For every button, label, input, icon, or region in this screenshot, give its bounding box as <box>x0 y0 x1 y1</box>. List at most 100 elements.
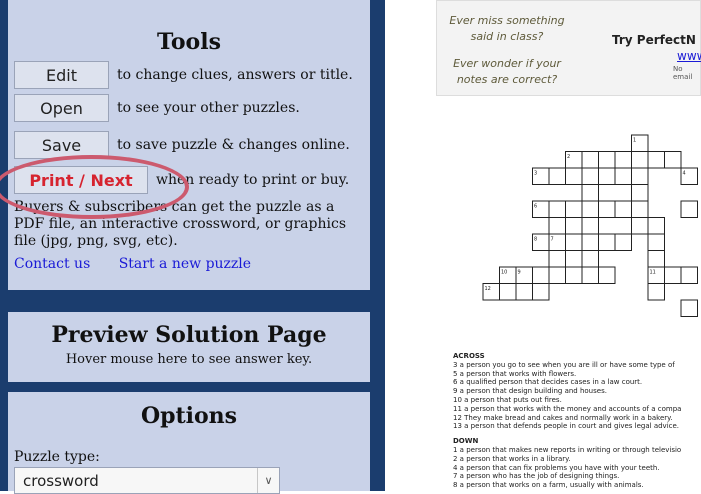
down-title: DOWN <box>453 437 479 446</box>
options-title: Options <box>140 403 238 429</box>
down-clue: 2 a person that works in a library. <box>453 454 571 463</box>
cell-number: 9 <box>518 270 521 276</box>
ad-line-2: said in class? <box>470 30 544 43</box>
grid-cell <box>548 217 566 235</box>
grid-cell <box>631 184 649 202</box>
grid-cell <box>664 266 682 284</box>
tools-links: Contact us Start a new puzzle <box>14 256 275 272</box>
options-panel: Options Puzzle type: crossword ∨ <box>8 392 370 494</box>
save-row: Save to save puzzle & changes online. <box>14 131 350 159</box>
grid-cell <box>614 151 632 169</box>
grid-cell <box>581 167 599 185</box>
grid-cell <box>647 283 665 301</box>
chevron-down-icon: ∨ <box>257 468 279 493</box>
grid-cell <box>548 250 566 268</box>
cell-number: 11 <box>650 270 656 276</box>
cell-number: 6 <box>534 204 537 210</box>
left-panel: Tools Edit to change clues, answers or t… <box>0 0 385 494</box>
across-clue: 5 a person that works with flowers. <box>453 369 577 378</box>
across-clue: 6 a qualified person that decides cases … <box>453 378 643 387</box>
down-clue: 8 a person that works on a farm, usually… <box>453 481 644 490</box>
grid-cell <box>581 217 599 235</box>
ad-line-4: notes are correct? <box>456 73 558 86</box>
grid-cell <box>631 151 649 169</box>
grid-cell <box>598 167 616 185</box>
cell-number: 2 <box>567 154 570 160</box>
save-description: to save puzzle & changes online. <box>117 137 350 153</box>
grid-cell <box>680 266 698 284</box>
grid-cell <box>631 167 649 185</box>
highlight-circle <box>0 155 189 219</box>
tools-panel: Tools Edit to change clues, answers or t… <box>0 0 370 290</box>
cell-number: 1 <box>633 138 636 144</box>
cell-number: 12 <box>485 286 491 292</box>
cell-number: 8 <box>534 237 537 243</box>
grid-cell <box>631 200 649 218</box>
puzzle-preview-area: Ever miss something said in class? Ever … <box>410 0 701 491</box>
cell-number: 7 <box>551 237 554 243</box>
grid-cell <box>565 233 583 251</box>
ad-small: No email <box>673 65 693 81</box>
grid-cell <box>680 200 698 218</box>
open-row: Open to see your other puzzles. <box>14 94 300 122</box>
grid-cell <box>631 217 649 235</box>
new-puzzle-link[interactable]: Start a new puzzle <box>119 256 251 272</box>
preview-title: Preview Solution Page <box>51 322 327 348</box>
puzzle-type-label: Puzzle type: <box>14 449 100 465</box>
advertisement[interactable]: Ever miss something said in class? Ever … <box>436 0 701 96</box>
across-clue: 11 a person that works with the money an… <box>453 404 682 413</box>
grid-cell <box>647 233 665 251</box>
grid-cell <box>614 233 632 251</box>
open-button[interactable]: Open <box>14 94 109 122</box>
grid-cell <box>598 151 616 169</box>
ad-url[interactable]: www.F <box>677 49 701 63</box>
edit-row: Edit to change clues, answers or title. <box>14 61 353 89</box>
grid-cell <box>565 167 583 185</box>
grid-cell <box>581 200 599 218</box>
grid-cell <box>581 266 599 284</box>
down-clue: 7 a person who has the job of designing … <box>453 472 620 481</box>
across-clue: 3 a person you go to see when you are il… <box>453 360 675 369</box>
grid-cell <box>532 283 550 301</box>
across-clue: 9 a person that design building and hous… <box>453 387 607 396</box>
puzzle-type-select[interactable]: crossword ∨ <box>14 467 280 494</box>
grid-cell <box>664 151 682 169</box>
grid-cell <box>548 200 566 218</box>
grid-cell <box>499 283 517 301</box>
ad-try: Try PerfectN <box>612 33 696 47</box>
grid-cell <box>581 250 599 268</box>
across-clue: 13 a person that defends people in court… <box>453 422 680 431</box>
grid-cell <box>532 266 550 284</box>
across-title: ACROSS <box>453 352 485 360</box>
grid-cell <box>647 217 665 235</box>
grid-cell <box>598 200 616 218</box>
edit-button[interactable]: Edit <box>14 61 109 89</box>
cell-number: 4 <box>683 171 686 177</box>
open-description: to see your other puzzles. <box>117 100 300 116</box>
across-clue: 10 a person that puts out fires. <box>453 395 562 404</box>
down-clue: 1 a person that makes new reports in wri… <box>453 445 682 454</box>
grid-cell <box>647 250 665 268</box>
grid-cell <box>680 299 698 317</box>
grid-cell <box>598 266 616 284</box>
ad-line-3: Ever wonder if your <box>453 57 561 70</box>
grid-cell <box>614 167 632 185</box>
down-clue: 4 a person that can fix problems you hav… <box>453 463 660 472</box>
grid-cell <box>548 167 566 185</box>
contact-link[interactable]: Contact us <box>14 256 90 272</box>
preview-subtitle: Hover mouse here to see answer key. <box>65 352 313 367</box>
puzzle-type-value: crossword <box>23 471 99 490</box>
preview-panel[interactable]: Preview Solution Page Hover mouse here t… <box>8 312 370 382</box>
grid-cell <box>647 151 665 169</box>
tools-title: Tools <box>157 29 221 55</box>
cell-number: 10 <box>501 270 507 276</box>
grid-cell <box>581 233 599 251</box>
clues-list: ACROSS 3 a person you go to see when you… <box>453 352 701 490</box>
grid-cell <box>548 266 566 284</box>
edit-description: to change clues, answers or title. <box>117 67 353 83</box>
across-clue: 12 They make bread and cakes and normall… <box>453 413 673 422</box>
grid-cell <box>515 283 533 301</box>
grid-cell <box>614 200 632 218</box>
grid-cell <box>598 233 616 251</box>
grid-cell <box>581 184 599 202</box>
